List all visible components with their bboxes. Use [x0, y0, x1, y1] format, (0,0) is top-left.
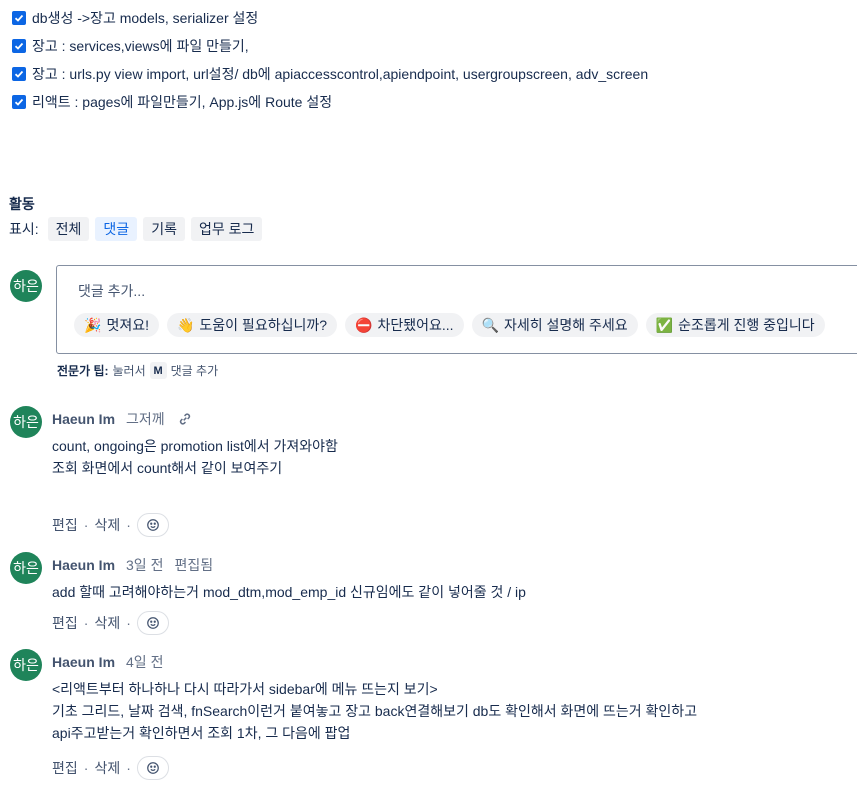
keyboard-shortcut-key: M [149, 362, 167, 379]
separator-dot: · [126, 517, 131, 533]
comment-header: Haeun Im 4일 전 [52, 652, 174, 672]
checkbox-checked[interactable] [12, 39, 26, 53]
avatar: 하은 [10, 649, 42, 681]
pro-tip: 전문가 팁: 눌러서 M 댓글 추가 [57, 362, 218, 379]
comment-author[interactable]: Haeun Im [52, 654, 115, 670]
comment-line: count, ongoing은 promotion list에서 가져와야함 [52, 438, 338, 454]
comment-actions: 편집 · 삭제 · [52, 611, 169, 635]
quick-replies: 🎉 멋져요! 👋 도움이 필요하십니까? ⛔ 차단됐어요... 🔍 자세히 설명해 주세… [74, 313, 833, 337]
checklist-item-text: 장고 : services,views에 파일 만들기, [32, 38, 249, 54]
separator-dot: · [83, 615, 89, 631]
comment-timestamp[interactable]: 그저께 [126, 409, 165, 429]
separator-dot: · [126, 760, 131, 776]
quick-reply-need-help[interactable]: 👋 도움이 필요하십니까? [166, 313, 338, 337]
delete-comment-button[interactable]: 삭제 [94, 758, 120, 778]
comment-header: Haeun Im 3일 전 편집됨 [52, 555, 213, 575]
quick-reply-label: 자세히 설명해 주세요 [503, 317, 628, 333]
quick-reply-label: 도움이 필요하십니까? [199, 317, 328, 333]
check-icon [14, 42, 24, 50]
checklist-item-text: 장고 : urls.py view import, url설정/ db에 api… [32, 66, 649, 82]
edited-label: 편집됨 [174, 557, 214, 573]
checklist: db생성 ->장고 models, serializer 설정 장고 : ser… [12, 4, 648, 116]
separator-dot: · [83, 517, 89, 533]
quick-reply-label: 멋져요! [106, 317, 149, 333]
filter-comments-button[interactable]: 댓글 [95, 217, 138, 241]
comment-actions: 편집 · 삭제 · [52, 513, 169, 537]
comment-line: api주고받는거 확인하면서 조회 1차, 그 다음에 팝업 [52, 725, 351, 741]
comment-line: <리액트부터 하나하나 다시 따라가서 sidebar에 메뉴 뜨는지 보기> [52, 681, 438, 697]
link-icon[interactable] [178, 412, 192, 426]
avatar: 하은 [10, 270, 42, 302]
add-reaction-button[interactable] [136, 611, 169, 635]
emoji-add-icon [147, 762, 159, 774]
check-mark-icon: ✅ [655, 316, 674, 333]
party-popper-icon: 🎉 [84, 316, 102, 333]
add-reaction-button[interactable] [136, 513, 169, 537]
checklist-item: 장고 : urls.py view import, url설정/ db에 api… [12, 60, 648, 88]
quick-reply-looks-good[interactable]: 🎉 멋져요! [74, 313, 159, 337]
delete-comment-button[interactable]: 삭제 [94, 613, 120, 633]
quick-reply-label: 순조롭게 진행 중입니다 [678, 317, 815, 333]
pro-tip-action: 댓글 추가 [170, 364, 219, 378]
checklist-item-text: db생성 ->장고 models, serializer 설정 [32, 10, 259, 26]
activity-title: 활동 [9, 196, 35, 212]
filter-history-button[interactable]: 기록 [143, 217, 185, 241]
emoji-add-icon [147, 519, 159, 531]
checkbox-checked[interactable] [12, 95, 26, 109]
check-icon [14, 14, 24, 22]
comment-actions: 편집 · 삭제 · [52, 756, 169, 780]
comment-timestamp[interactable]: 4일 전 [126, 652, 163, 672]
checklist-item: 장고 : services,views에 파일 만들기, [12, 32, 648, 60]
quick-reply-clarify[interactable]: 🔍 자세히 설명해 주세요 [471, 313, 638, 337]
comment-body: count, ongoing은 promotion list에서 가져와야함 조… [52, 435, 338, 479]
filter-worklog-button[interactable]: 업무 로그 [190, 217, 263, 241]
separator-dot: · [83, 760, 89, 776]
comment-header: Haeun Im 그저께 [52, 409, 192, 429]
magnifier-icon: 🔍 [481, 316, 499, 333]
delete-comment-button[interactable]: 삭제 [94, 515, 120, 535]
comment-line: 조회 화면에서 count해서 같이 보여주기 [52, 460, 283, 476]
check-icon [14, 98, 24, 106]
checkbox-checked[interactable] [12, 67, 26, 81]
quick-reply-blocked[interactable]: ⛔ 차단됐어요... [345, 313, 464, 337]
edit-comment-button[interactable]: 편집 [52, 515, 78, 535]
pro-tip-press: 눌러서 [112, 364, 146, 378]
checkbox-checked[interactable] [12, 11, 26, 25]
emoji-add-icon [147, 617, 159, 629]
activity-filter-bar: 표시: 전체 댓글 기록 업무 로그 [9, 217, 268, 241]
check-icon [14, 70, 24, 78]
comment-input-placeholder[interactable]: 댓글 추가... [78, 281, 145, 301]
comment-line: add 할때 고려해야하는거 mod_dtm,mod_emp_id 신규임에도 … [52, 584, 526, 600]
pro-tip-label: 전문가 팁: [57, 364, 109, 378]
checklist-item-text: 리액트 : pages에 파일만들기, App.js에 Route 설정 [32, 94, 333, 110]
comment-author[interactable]: Haeun Im [52, 411, 115, 427]
filter-label: 표시: [9, 221, 39, 237]
checklist-item: 리액트 : pages에 파일만들기, App.js에 Route 설정 [12, 88, 648, 116]
comment-timestamp[interactable]: 3일 전 [126, 555, 163, 575]
avatar: 하은 [10, 552, 42, 584]
comment-body: <리액트부터 하나하나 다시 따라가서 sidebar에 메뉴 뜨는지 보기> … [52, 678, 697, 744]
comment-editor[interactable]: 댓글 추가... 🎉 멋져요! 👋 도움이 필요하십니까? ⛔ 차단됐어요... 🔍 자… [56, 265, 857, 354]
quick-reply-label: 차단됐어요... [377, 317, 454, 333]
checklist-item: db생성 ->장고 models, serializer 설정 [12, 4, 648, 32]
comment-body: add 할때 고려해야하는거 mod_dtm,mod_emp_id 신규임에도 … [52, 581, 526, 603]
comment-line: 기초 그리드, 날짜 검색, fnSearch이런거 붙여놓고 장고 back연… [52, 703, 698, 719]
add-reaction-button[interactable] [136, 756, 169, 780]
edit-comment-button[interactable]: 편집 [52, 613, 78, 633]
no-entry-icon: ⛔ [355, 316, 373, 333]
edit-comment-button[interactable]: 편집 [52, 758, 78, 778]
avatar: 하은 [10, 406, 42, 438]
waving-hand-icon: 👋 [176, 316, 195, 333]
quick-reply-on-track[interactable]: ✅ 순조롭게 진행 중입니다 [645, 313, 825, 337]
separator-dot: · [126, 615, 131, 631]
comment-author[interactable]: Haeun Im [52, 557, 115, 573]
filter-all-button[interactable]: 전체 [47, 217, 90, 241]
